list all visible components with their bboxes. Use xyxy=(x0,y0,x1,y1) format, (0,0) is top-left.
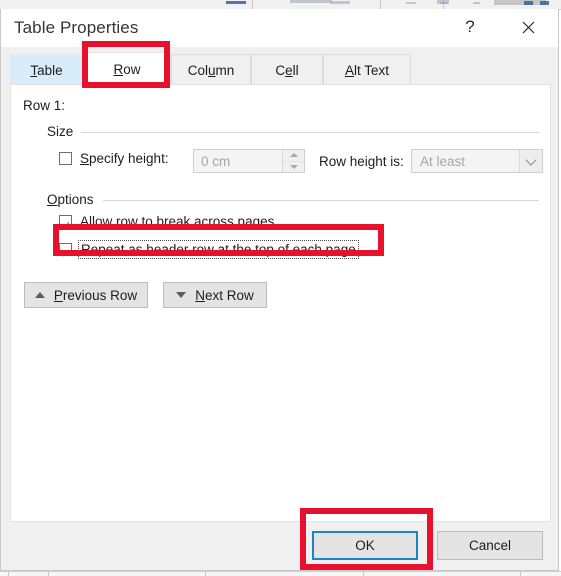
previous-row-button-label: Previous Row xyxy=(53,287,138,303)
allow-row-break-checkbox[interactable]: Allow row to break across pages xyxy=(59,214,274,229)
arrow-down-icon xyxy=(176,292,187,298)
spinner-buttons[interactable] xyxy=(282,150,304,172)
dialog-title: Table Properties xyxy=(14,18,139,37)
row-tab-panel: Row 1: Size Specify height: 0 cm Row hei… xyxy=(10,84,551,522)
tab-strip: Table Row Column Cell Alt Text xyxy=(10,52,414,86)
spinner-up-arrow-icon xyxy=(289,153,298,158)
row-height-value[interactable]: 0 cm xyxy=(194,150,282,172)
spinner-down-arrow-icon xyxy=(289,164,298,169)
repeat-header-row-checkbox-box[interactable] xyxy=(59,243,72,256)
table-properties-dialog: Table Properties ? Table Row Column Cell… xyxy=(0,9,559,571)
dialog-titlebar: Table Properties ? xyxy=(1,9,558,47)
row-height-is-label: Row height is: xyxy=(319,154,404,169)
cancel-button-label: Cancel xyxy=(468,538,512,553)
close-icon xyxy=(522,21,534,33)
allow-row-break-label: Allow row to break across pages xyxy=(80,214,275,229)
options-group-rule xyxy=(103,200,539,201)
question-mark-icon: ? xyxy=(465,17,475,36)
size-group-rule xyxy=(81,132,539,133)
row-height-spinner[interactable]: 0 cm xyxy=(193,149,305,173)
next-row-button-label: Next Row xyxy=(195,287,254,303)
tab-alt-text[interactable]: Alt Text xyxy=(323,54,411,85)
next-row-button[interactable]: Next Row xyxy=(163,282,267,308)
tab-row[interactable]: Row xyxy=(83,52,171,86)
chevron-down-icon xyxy=(525,153,537,166)
specify-height-checkbox[interactable]: Specify height: xyxy=(59,151,169,166)
ok-button[interactable]: OK xyxy=(312,531,418,560)
tab-column[interactable]: Column xyxy=(171,54,251,85)
allow-row-break-checkbox-box[interactable] xyxy=(59,215,72,228)
tab-cell[interactable]: Cell xyxy=(251,54,323,85)
dropdown-arrow-button[interactable] xyxy=(519,150,542,172)
repeat-header-row-checkbox[interactable]: Repeat as header row at the top of each … xyxy=(59,240,359,259)
spinner-down-button[interactable] xyxy=(283,162,304,173)
repeat-header-row-label: Repeat as header row at the top of each … xyxy=(78,240,359,259)
spinner-up-button[interactable] xyxy=(283,150,304,162)
ok-button-label: OK xyxy=(355,538,375,553)
help-button[interactable]: ? xyxy=(453,12,487,42)
options-group-label: Options xyxy=(47,192,101,207)
close-button[interactable] xyxy=(511,12,545,42)
row-height-is-value: At least xyxy=(420,153,466,169)
row-height-is-dropdown[interactable]: At least xyxy=(411,149,543,173)
row-number-label: Row 1: xyxy=(23,98,66,113)
specify-height-checkbox-box[interactable] xyxy=(59,152,72,165)
background-app-sliver-bottom xyxy=(0,571,561,576)
cancel-button[interactable]: Cancel xyxy=(437,531,543,560)
previous-row-button[interactable]: Previous Row xyxy=(24,282,148,308)
tab-table[interactable]: Table xyxy=(10,54,83,85)
specify-height-label: Specify height: xyxy=(80,151,169,166)
size-group-label: Size xyxy=(47,124,81,139)
arrow-up-icon xyxy=(34,292,45,298)
screenshot-root: Table Properties ? Table Row Column Cell… xyxy=(0,0,561,576)
